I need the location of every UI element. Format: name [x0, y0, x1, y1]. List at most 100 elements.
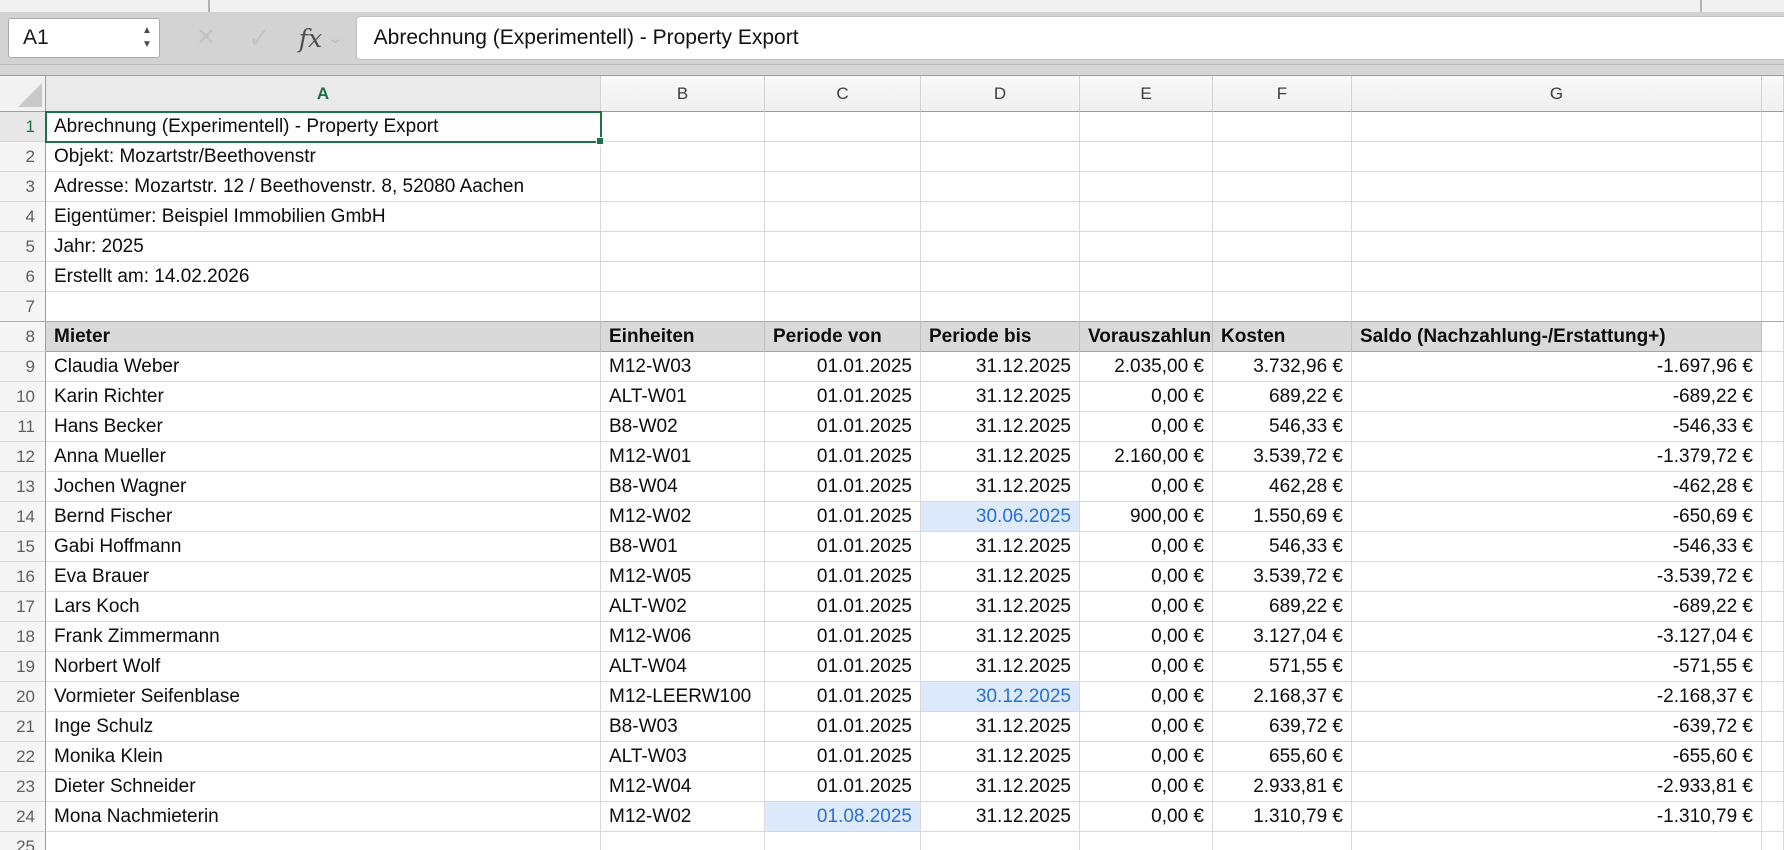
- cell-E7[interactable]: [1080, 292, 1213, 322]
- cell-B23[interactable]: M12-W04: [601, 772, 765, 802]
- chevron-down-icon[interactable]: ⌄: [327, 29, 345, 47]
- cell-G8[interactable]: Saldo (Nachzahlung-/Erstattung+): [1352, 322, 1762, 352]
- cell-G7[interactable]: [1352, 292, 1762, 322]
- cell-G11[interactable]: -546,33 €: [1352, 412, 1762, 442]
- cell-D22[interactable]: 31.12.2025: [921, 742, 1080, 772]
- cell-F3[interactable]: [1213, 172, 1352, 202]
- cell-H12[interactable]: [1762, 442, 1784, 472]
- cell-H22[interactable]: [1762, 742, 1784, 772]
- cell-A3[interactable]: Adresse: Mozartstr. 12 / Beethovenstr. 8…: [46, 172, 601, 202]
- cell-D24[interactable]: 31.12.2025: [921, 802, 1080, 832]
- cell-A8[interactable]: Mieter: [46, 322, 601, 352]
- cell-G15[interactable]: -546,33 €: [1352, 532, 1762, 562]
- cell-C13[interactable]: 01.01.2025: [765, 472, 921, 502]
- cell-D9[interactable]: 31.12.2025: [921, 352, 1080, 382]
- cell-B10[interactable]: ALT-W01: [601, 382, 765, 412]
- cell-F19[interactable]: 571,55 €: [1213, 652, 1352, 682]
- cell-E25[interactable]: [1080, 832, 1213, 850]
- formula-input[interactable]: Abrechnung (Experimentell) - Property Ex…: [355, 16, 1784, 60]
- cell-G14[interactable]: -650,69 €: [1352, 502, 1762, 532]
- cell-A10[interactable]: Karin Richter: [46, 382, 601, 412]
- cancel-icon[interactable]: ✕: [196, 26, 216, 50]
- cell-F24[interactable]: 1.310,79 €: [1213, 802, 1352, 832]
- column-header-D[interactable]: D: [921, 76, 1080, 112]
- cell-G17[interactable]: -689,22 €: [1352, 592, 1762, 622]
- row-header-17[interactable]: 17: [0, 592, 46, 622]
- column-header-E[interactable]: E: [1080, 76, 1213, 112]
- cell-B7[interactable]: [601, 292, 765, 322]
- cell-D15[interactable]: 31.12.2025: [921, 532, 1080, 562]
- cell-F18[interactable]: 3.127,04 €: [1213, 622, 1352, 652]
- cell-G3[interactable]: [1352, 172, 1762, 202]
- cell-E6[interactable]: [1080, 262, 1213, 292]
- cell-G1[interactable]: [1352, 112, 1762, 142]
- cell-E18[interactable]: 0,00 €: [1080, 622, 1213, 652]
- cell-D18[interactable]: 31.12.2025: [921, 622, 1080, 652]
- cell-A16[interactable]: Eva Brauer: [46, 562, 601, 592]
- cell-H20[interactable]: [1762, 682, 1784, 712]
- cell-D5[interactable]: [921, 232, 1080, 262]
- cell-G10[interactable]: -689,22 €: [1352, 382, 1762, 412]
- cell-A21[interactable]: Inge Schulz: [46, 712, 601, 742]
- cell-A15[interactable]: Gabi Hoffmann: [46, 532, 601, 562]
- row-header-7[interactable]: 7: [0, 292, 46, 322]
- cell-H23[interactable]: [1762, 772, 1784, 802]
- cell-E21[interactable]: 0,00 €: [1080, 712, 1213, 742]
- cell-B9[interactable]: M12-W03: [601, 352, 765, 382]
- cell-H11[interactable]: [1762, 412, 1784, 442]
- cell-A25[interactable]: [46, 832, 601, 850]
- cell-D4[interactable]: [921, 202, 1080, 232]
- cell-D25[interactable]: [921, 832, 1080, 850]
- cell-B21[interactable]: B8-W03: [601, 712, 765, 742]
- cell-H9[interactable]: [1762, 352, 1784, 382]
- row-header-16[interactable]: 16: [0, 562, 46, 592]
- cell-B6[interactable]: [601, 262, 765, 292]
- select-all-corner[interactable]: [0, 76, 46, 112]
- cell-H4[interactable]: [1762, 202, 1784, 232]
- cell-E16[interactable]: 0,00 €: [1080, 562, 1213, 592]
- cell-B3[interactable]: [601, 172, 765, 202]
- cell-E17[interactable]: 0,00 €: [1080, 592, 1213, 622]
- cell-H2[interactable]: [1762, 142, 1784, 172]
- cell-H16[interactable]: [1762, 562, 1784, 592]
- cell-A17[interactable]: Lars Koch: [46, 592, 601, 622]
- cell-C5[interactable]: [765, 232, 921, 262]
- cell-D3[interactable]: [921, 172, 1080, 202]
- spinner-down-icon[interactable]: ▼: [142, 40, 152, 50]
- column-header-overflow[interactable]: [1762, 76, 1784, 112]
- row-header-20[interactable]: 20: [0, 682, 46, 712]
- cell-E24[interactable]: 0,00 €: [1080, 802, 1213, 832]
- cell-H14[interactable]: [1762, 502, 1784, 532]
- cell-D12[interactable]: 31.12.2025: [921, 442, 1080, 472]
- cell-D2[interactable]: [921, 142, 1080, 172]
- cell-F17[interactable]: 689,22 €: [1213, 592, 1352, 622]
- row-header-2[interactable]: 2: [0, 142, 46, 172]
- cell-A1[interactable]: Abrechnung (Experimentell) - Property Ex…: [46, 112, 601, 142]
- cell-F4[interactable]: [1213, 202, 1352, 232]
- cell-C20[interactable]: 01.01.2025: [765, 682, 921, 712]
- cell-E4[interactable]: [1080, 202, 1213, 232]
- row-header-11[interactable]: 11: [0, 412, 46, 442]
- cell-H10[interactable]: [1762, 382, 1784, 412]
- row-header-5[interactable]: 5: [0, 232, 46, 262]
- cell-F6[interactable]: [1213, 262, 1352, 292]
- cell-E5[interactable]: [1080, 232, 1213, 262]
- cell-C24[interactable]: 01.08.2025: [765, 802, 921, 832]
- cell-A14[interactable]: Bernd Fischer: [46, 502, 601, 532]
- row-header-24[interactable]: 24: [0, 802, 46, 832]
- cell-G19[interactable]: -571,55 €: [1352, 652, 1762, 682]
- cell-F23[interactable]: 2.933,81 €: [1213, 772, 1352, 802]
- cell-A11[interactable]: Hans Becker: [46, 412, 601, 442]
- cell-G24[interactable]: -1.310,79 €: [1352, 802, 1762, 832]
- cell-H6[interactable]: [1762, 262, 1784, 292]
- cell-C1[interactable]: [765, 112, 921, 142]
- cell-B8[interactable]: Einheiten: [601, 322, 765, 352]
- cell-E12[interactable]: 2.160,00 €: [1080, 442, 1213, 472]
- cell-C22[interactable]: 01.01.2025: [765, 742, 921, 772]
- cell-F10[interactable]: 689,22 €: [1213, 382, 1352, 412]
- column-header-F[interactable]: F: [1213, 76, 1352, 112]
- cell-H17[interactable]: [1762, 592, 1784, 622]
- cell-B20[interactable]: M12-LEERW100: [601, 682, 765, 712]
- cell-D7[interactable]: [921, 292, 1080, 322]
- cell-F12[interactable]: 3.539,72 €: [1213, 442, 1352, 472]
